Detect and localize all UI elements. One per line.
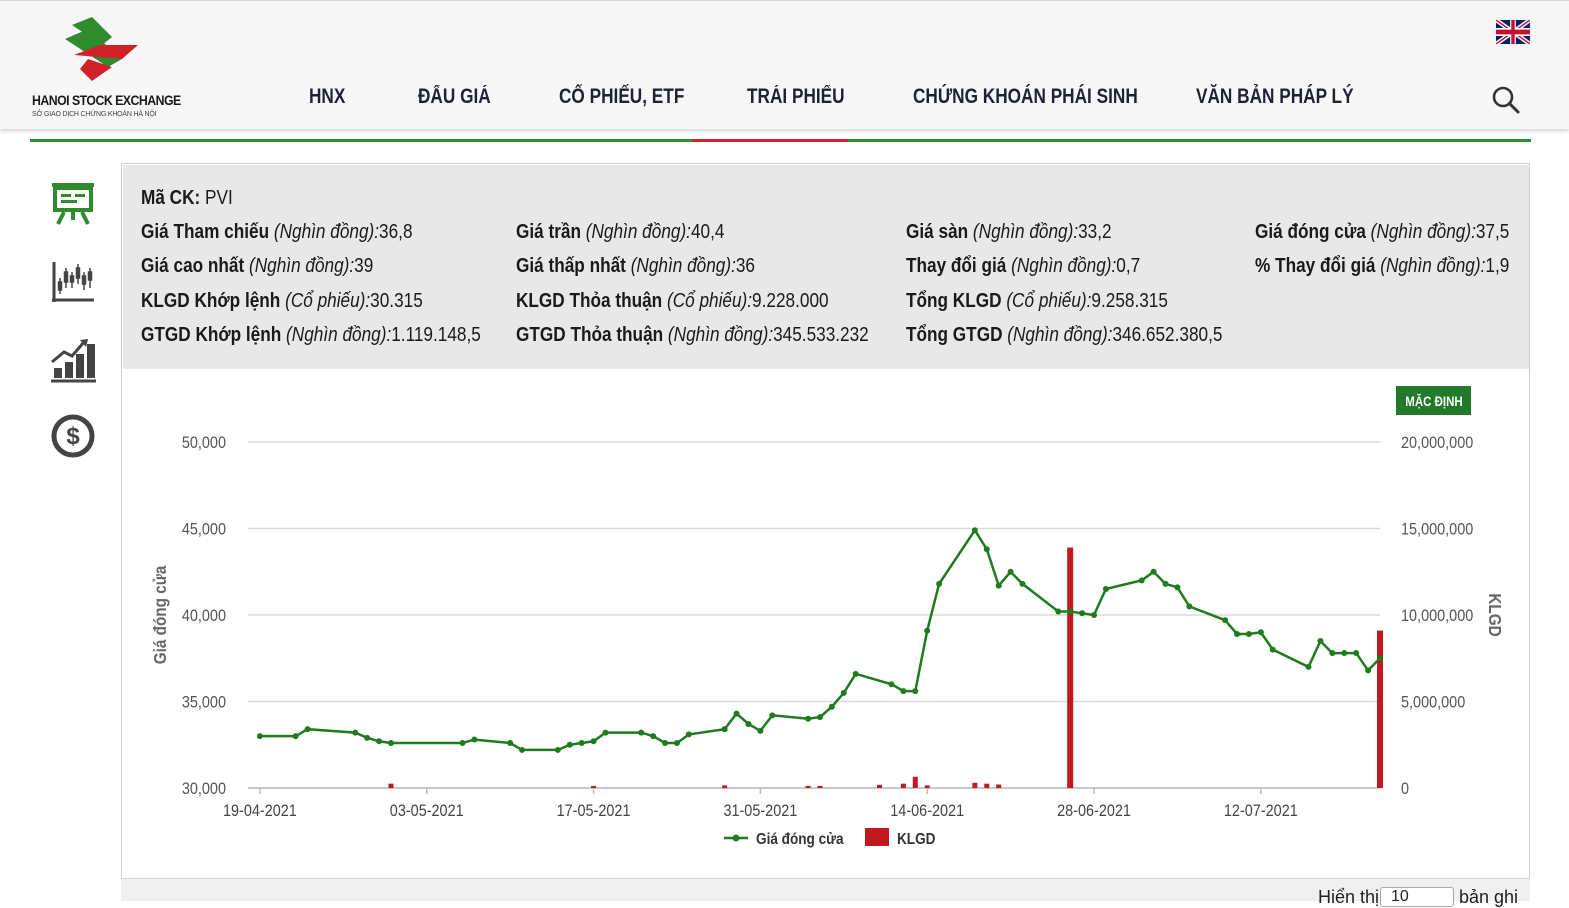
presentation-board-icon[interactable] (48, 180, 98, 230)
info-field: KLGD Thỏa thuận (Cổ phiếu):9.228.000 (516, 290, 829, 313)
info-ma-ck: Mã CK: PVI (141, 187, 233, 210)
info-field-value: 1,9 (1485, 255, 1510, 277)
hnx-logo[interactable]: HANOI STOCK EXCHANGE SỞ GIAO DỊCH CHỨNG … (30, 15, 181, 125)
info-field-value: 36,8 (379, 221, 413, 243)
info-field-label: Thay đổi giá (906, 255, 1007, 277)
ma-ck-label: Mã CK: (141, 187, 201, 209)
growth-bar-chart-icon[interactable] (48, 336, 98, 386)
nav-hnx[interactable]: HNX (309, 85, 345, 109)
info-field: GTGD Khớp lệnh (Nghìn đồng):1.119.148,5 (141, 324, 481, 347)
info-field: Giá thấp nhất (Nghìn đồng):36 (516, 255, 755, 278)
info-field: GTGD Thỏa thuận (Nghìn đồng):345.533.232 (516, 324, 869, 347)
info-field: Tổng GTGD (Nghìn đồng):346.652.380,5 (906, 324, 1222, 347)
info-field-unit: (Nghìn đồng): (972, 221, 1079, 243)
info-field: Thay đổi giá (Nghìn đồng):0,7 (906, 255, 1140, 278)
page-size-value: 10 (1391, 888, 1409, 905)
logo-subtitle: SỞ GIAO DỊCH CHỨNG KHOÁN HÀ NỘI (32, 111, 157, 118)
info-field: Giá trần (Nghìn đồng):40,4 (516, 221, 724, 244)
info-field-label: Tổng GTGD (906, 324, 1003, 346)
info-field-label: GTGD Thỏa thuận (516, 324, 664, 346)
info-field-value: 37,5 (1475, 221, 1510, 243)
dollar-coin-icon[interactable]: $ (48, 411, 98, 461)
info-field: Tổng KLGD (Cổ phiếu):9.258.315 (906, 290, 1168, 313)
info-field-value: 345.533.232 (773, 324, 869, 346)
info-field: Giá sàn (Nghìn đồng):33,2 (906, 221, 1112, 244)
info-field-unit: (Cổ phiếu): (285, 290, 371, 312)
info-field-unit: (Nghìn đồng): (249, 255, 355, 277)
search-icon[interactable] (1490, 84, 1522, 116)
info-field-value: 36 (735, 255, 755, 277)
info-field-unit: (Cổ phiếu): (666, 290, 753, 312)
candlestick-chart-icon[interactable] (48, 258, 98, 308)
info-field-value: 33,2 (1078, 221, 1112, 243)
info-field-value: 9.258.315 (1091, 290, 1168, 312)
info-field-label: GTGD Khớp lệnh (141, 324, 282, 346)
info-field-label: Giá trần (516, 221, 581, 243)
info-field: Giá cao nhất (Nghìn đồng):39 (141, 255, 373, 278)
show-label: Hiển thị (1318, 887, 1380, 907)
info-field-unit: (Nghìn đồng): (667, 324, 774, 346)
info-field-label: % Thay đổi giá (1255, 255, 1376, 277)
info-field-label: KLGD Thỏa thuận (516, 290, 663, 312)
nav-dau-gia[interactable]: ĐẤU GIÁ (418, 85, 491, 109)
top-header: HANOI STOCK EXCHANGE SỞ GIAO DỊCH CHỨNG … (0, 0, 1569, 129)
stock-detail-panel: Mã CK: PVI Giá Tham chiếu (Nghìn đồng):3… (121, 163, 1530, 900)
info-field-label: KLGD Khớp lệnh (141, 290, 281, 312)
nav-co-phieu-etf[interactable]: CỔ PHIẾU, ETF (559, 85, 684, 109)
nav-van-ban-phap-ly[interactable]: VĂN BẢN PHÁP LÝ (1196, 85, 1354, 109)
info-field: Giá Tham chiếu (Nghìn đồng):36,8 (141, 221, 413, 244)
info-field-value: 9.228.000 (752, 290, 829, 312)
svg-text:$: $ (66, 423, 80, 450)
info-field-label: Giá Tham chiếu (141, 221, 270, 243)
info-field-unit: (Nghìn đồng): (585, 221, 691, 243)
info-field-unit: (Nghìn đồng): (1380, 255, 1486, 277)
info-field-label: Tổng KLGD (906, 290, 1002, 312)
ma-ck-value: PVI (205, 187, 233, 209)
info-field-value: 0,7 (1116, 255, 1141, 277)
active-nav-indicator (692, 139, 848, 142)
info-field-unit: (Nghìn đồng): (273, 221, 380, 243)
info-field: KLGD Khớp lệnh (Cổ phiếu):30.315 (141, 290, 423, 313)
info-field-label: Giá sàn (906, 221, 969, 243)
info-field-unit: (Nghìn đồng): (1370, 221, 1476, 243)
nav-chung-khoan-phai-sinh[interactable]: CHỨNG KHOÁN PHÁI SINH (913, 85, 1138, 109)
info-field: Giá đóng cửa (Nghìn đồng):37,5 (1255, 221, 1509, 244)
hnx-logo-mark (65, 17, 138, 81)
info-field-value: 1.119.148,5 (391, 324, 481, 346)
info-field-unit: (Nghìn đồng): (630, 255, 736, 277)
info-field-unit: (Nghìn đồng): (1007, 324, 1113, 346)
info-field-value: 39 (354, 255, 374, 277)
info-field-unit: (Nghìn đồng): (286, 324, 392, 346)
stock-info-box: Mã CK: PVI Giá Tham chiếu (Nghìn đồng):3… (123, 165, 1529, 369)
nav-trai-phieu[interactable]: TRÁI PHIẾU (747, 85, 845, 109)
page-size-select[interactable]: 10 (1380, 887, 1454, 907)
info-field-value: 30.315 (370, 290, 423, 312)
info-field-value: 40,4 (690, 221, 725, 243)
logo-title: HANOI STOCK EXCHANGE (32, 92, 181, 108)
info-field-label: Giá đóng cửa (1255, 221, 1366, 243)
default-view-label: MẶC ĐỊNH (1404, 392, 1463, 409)
info-field: % Thay đổi giá (Nghìn đồng):1,9 (1255, 255, 1509, 278)
default-view-button[interactable]: MẶC ĐỊNH (1396, 386, 1471, 415)
info-field-unit: (Cổ phiếu): (1006, 290, 1092, 312)
uk-flag-icon[interactable] (1496, 20, 1530, 44)
records-label: bản ghi (1459, 887, 1519, 907)
info-field-label: Giá thấp nhất (516, 255, 626, 277)
info-field-label: Giá cao nhất (141, 255, 245, 277)
info-field-value: 346.652.380,5 (1112, 324, 1223, 346)
info-field-unit: (Nghìn đồng): (1011, 255, 1117, 277)
